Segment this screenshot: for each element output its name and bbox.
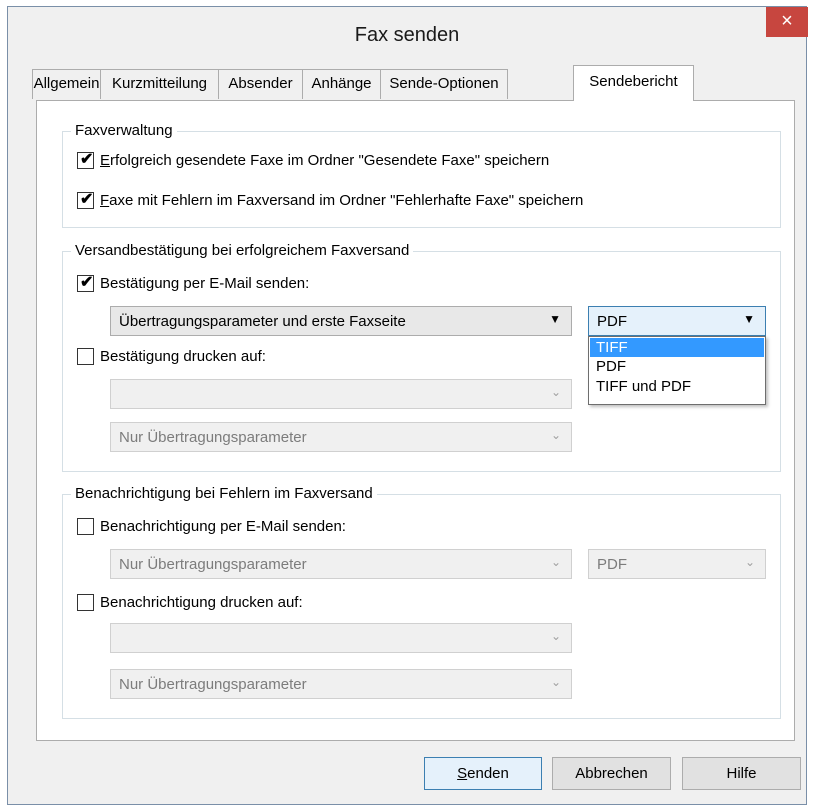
- check-icon: ✔: [80, 274, 94, 291]
- chevron-down-icon: ▼: [743, 312, 755, 326]
- close-button[interactable]: ×: [766, 7, 808, 37]
- notify-format-select[interactable]: PDF ⌄: [588, 549, 766, 579]
- notify-print-content-select[interactable]: Nur Übertragungsparameter ⌄: [110, 669, 572, 699]
- group-title: Faxverwaltung: [71, 122, 177, 139]
- chevron-down-icon: ⌄: [744, 555, 755, 569]
- chevron-down-icon: ⌄: [550, 428, 561, 442]
- chevron-down-icon: ⌄: [550, 629, 561, 643]
- tab-allgemein[interactable]: Allgemein: [32, 69, 101, 99]
- notify-printer-select[interactable]: ⌄: [110, 623, 572, 653]
- close-icon: ×: [781, 10, 793, 32]
- chevron-down-icon: ⌄: [550, 675, 561, 689]
- tab-sende-optionen[interactable]: Sende-Optionen: [380, 69, 508, 99]
- group-title: Benachrichtigung bei Fehlern im Faxversa…: [71, 485, 377, 502]
- chevron-down-icon: ▼: [549, 312, 561, 326]
- format-option-tiff[interactable]: TIFF: [590, 338, 764, 357]
- confirm-format-select[interactable]: PDF ▼: [588, 306, 766, 336]
- confirm-content-select[interactable]: Übertragungsparameter und erste Faxseite…: [110, 306, 572, 336]
- group-faxverwaltung: Faxverwaltung: [62, 122, 781, 228]
- format-option-tiff-pdf[interactable]: TIFF und PDF: [590, 377, 764, 396]
- format-dropdown-list: TIFF PDF TIFF und PDF: [588, 336, 766, 405]
- chevron-down-icon: ⌄: [550, 385, 561, 399]
- check-icon: ✔: [80, 151, 94, 168]
- chevron-down-icon: ⌄: [550, 555, 561, 569]
- tab-kurzmitteilung[interactable]: Kurzmitteilung: [100, 69, 219, 99]
- format-option-pdf[interactable]: PDF: [590, 357, 764, 376]
- tab-sendebericht[interactable]: Sendebericht: [573, 65, 694, 101]
- notify-content-select[interactable]: Nur Übertragungsparameter ⌄: [110, 549, 572, 579]
- send-button[interactable]: Senden: [424, 757, 542, 790]
- tab-absender[interactable]: Absender: [218, 69, 303, 99]
- confirm-printer-select[interactable]: ⌄: [110, 379, 572, 409]
- title-bar[interactable]: Fax senden ×: [8, 7, 808, 61]
- tab-anhaenge[interactable]: Anhänge: [302, 69, 381, 99]
- cancel-button[interactable]: Abbrechen: [552, 757, 671, 790]
- group-title: Versandbestätigung bei erfolgreichem Fax…: [71, 242, 414, 259]
- window-title: Fax senden: [354, 24, 460, 46]
- confirm-print-content-select[interactable]: Nur Übertragungsparameter ⌄: [110, 422, 572, 452]
- check-icon: ✔: [80, 191, 94, 208]
- help-button[interactable]: Hilfe: [682, 757, 801, 790]
